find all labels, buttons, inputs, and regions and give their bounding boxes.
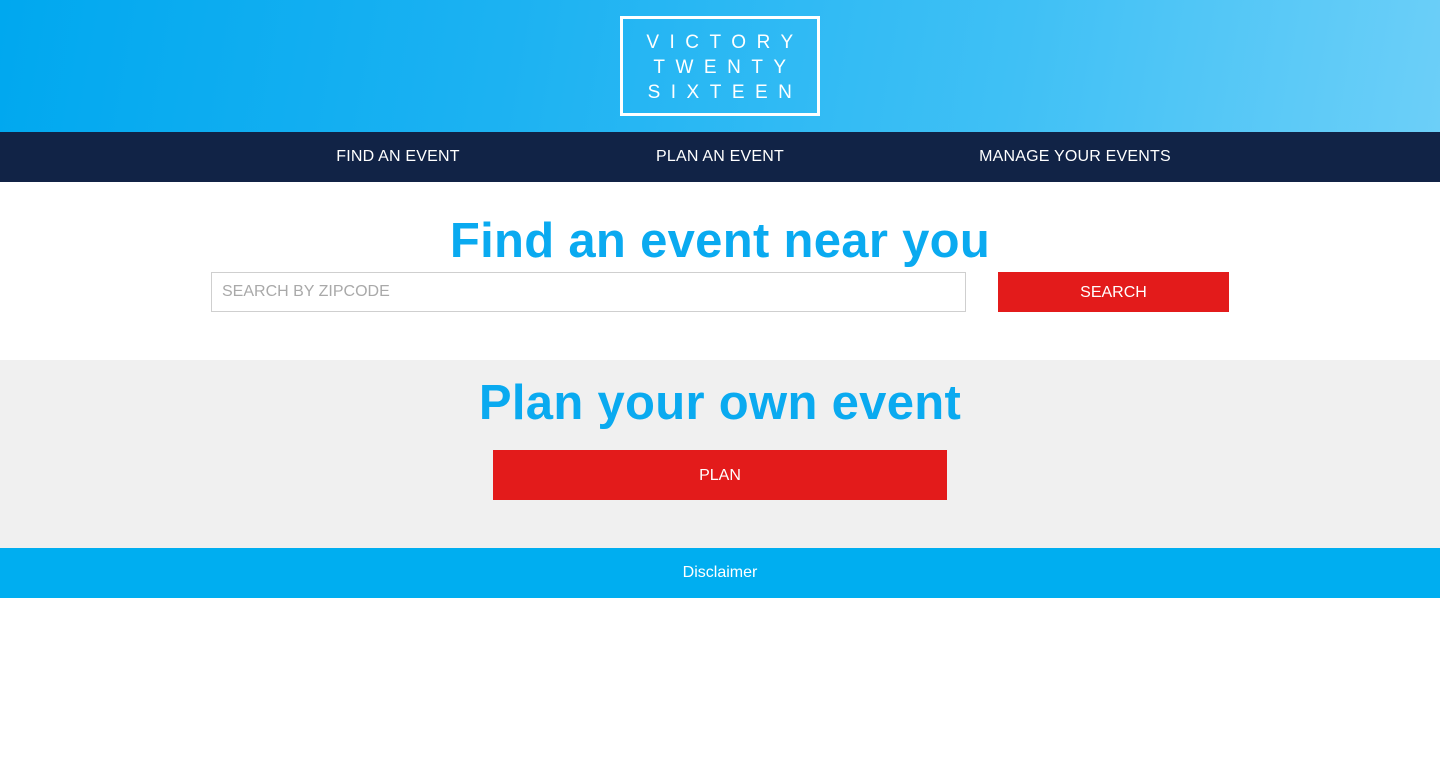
nav-find-an-event[interactable]: FIND AN EVENT <box>318 132 478 182</box>
plan-event-section: Plan your own event PLAN <box>0 360 1440 548</box>
victory-twenty-sixteen-logo[interactable]: VICTORY TWENTY SIXTEEN <box>620 16 820 116</box>
plan-button[interactable]: PLAN <box>493 450 947 500</box>
nav-manage-your-events[interactable]: MANAGE YOUR EVENTS <box>965 132 1185 182</box>
logo-line-2: TWENTY <box>653 56 797 78</box>
logo-line-3: SIXTEEN <box>647 81 803 103</box>
find-event-heading: Find an event near you <box>449 214 991 268</box>
logo-line-1: VICTORY <box>646 31 804 53</box>
find-event-section: Find an event near you SEARCH <box>0 182 1440 360</box>
search-button[interactable]: SEARCH <box>998 272 1229 312</box>
site-header: VICTORY TWENTY SIXTEEN <box>0 0 1440 132</box>
main-nav: FIND AN EVENT PLAN AN EVENT MANAGE YOUR … <box>0 132 1440 182</box>
nav-plan-an-event[interactable]: PLAN AN EVENT <box>640 132 800 182</box>
plan-event-heading: Plan your own event <box>478 376 962 430</box>
disclaimer-link[interactable]: Disclaimer <box>0 548 1440 598</box>
site-footer: Disclaimer <box>0 548 1440 598</box>
zipcode-search-input[interactable] <box>211 272 966 312</box>
